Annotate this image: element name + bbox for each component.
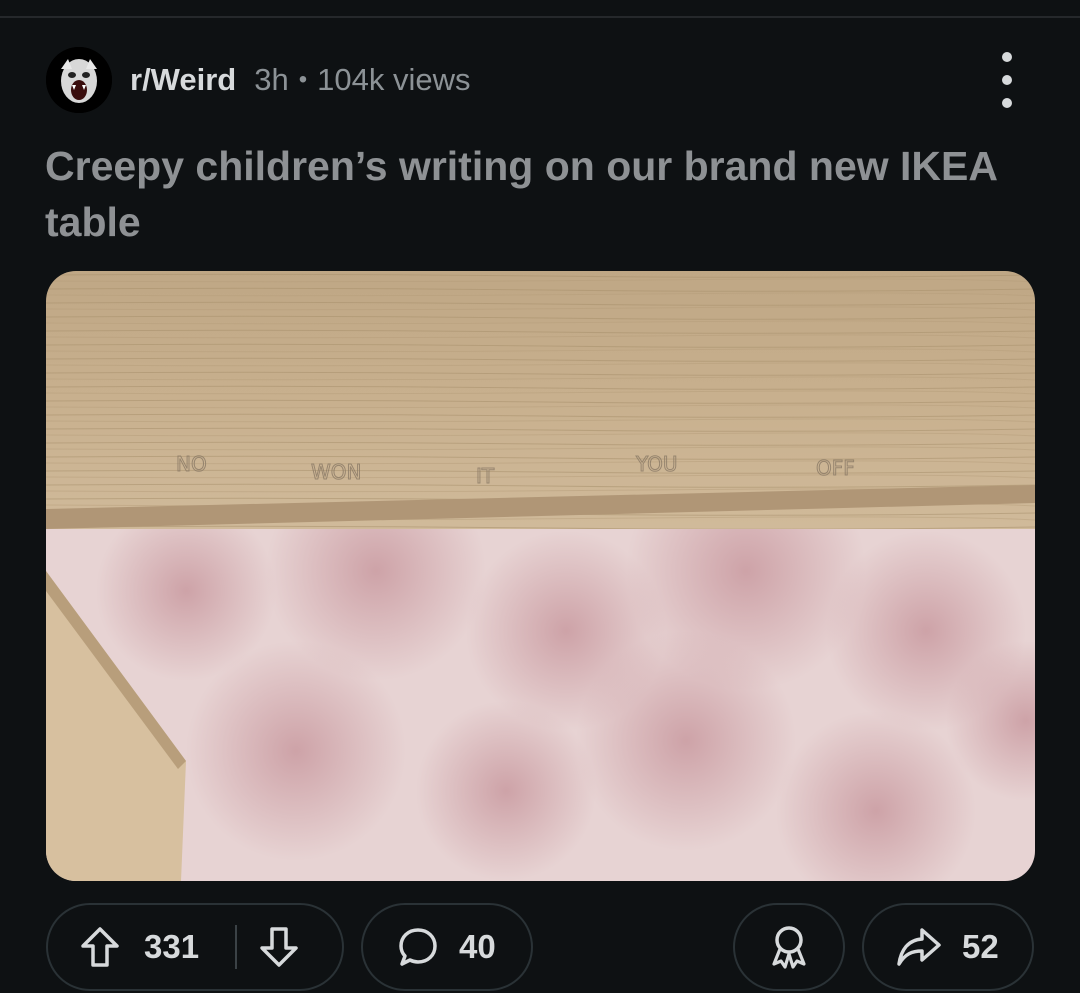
award-button[interactable] [733, 903, 845, 991]
engraved-word: OFF [816, 456, 855, 480]
vote-divider [235, 925, 238, 969]
upvote-button[interactable] [80, 926, 120, 968]
engraved-word: YOU [635, 452, 678, 476]
table-photo: NO WON IT YOU OFF [46, 271, 1035, 881]
top-divider [0, 0, 1080, 18]
post-image[interactable]: NO WON IT YOU OFF [46, 271, 1035, 881]
upvote-count: 331 [144, 928, 200, 965]
view-count: 104k views [317, 62, 471, 97]
meta-separator: • [298, 66, 308, 93]
share-arrow-icon [896, 926, 942, 968]
comments-button[interactable]: 40 [361, 903, 533, 991]
arrow-up-icon [81, 927, 119, 967]
share-button[interactable]: 52 [862, 903, 1034, 991]
share-count: 52 [962, 928, 999, 965]
screaming-face-icon [46, 47, 112, 113]
more-vertical-icon [1002, 52, 1012, 62]
post-header: r/Weird 3h • 104k views [46, 47, 1036, 113]
vote-control: 331 [46, 903, 344, 991]
subreddit-avatar[interactable] [46, 47, 112, 113]
speech-bubble-icon [397, 926, 439, 968]
engraved-word: WON [311, 460, 361, 484]
engraved-word: NO [176, 452, 207, 476]
subreddit-name[interactable]: r/Weird [130, 62, 236, 98]
award-ribbon-icon [772, 926, 806, 969]
more-options-button[interactable] [994, 52, 1020, 108]
engraved-word: IT [476, 464, 495, 488]
arrow-down-icon [260, 927, 298, 967]
post-age: 3h [254, 62, 289, 97]
post-title[interactable]: Creepy children’s writing on our brand n… [45, 138, 1035, 250]
downvote-button[interactable] [259, 926, 299, 968]
action-bar: 331 40 52 [0, 903, 1080, 993]
comment-count: 40 [459, 928, 496, 965]
